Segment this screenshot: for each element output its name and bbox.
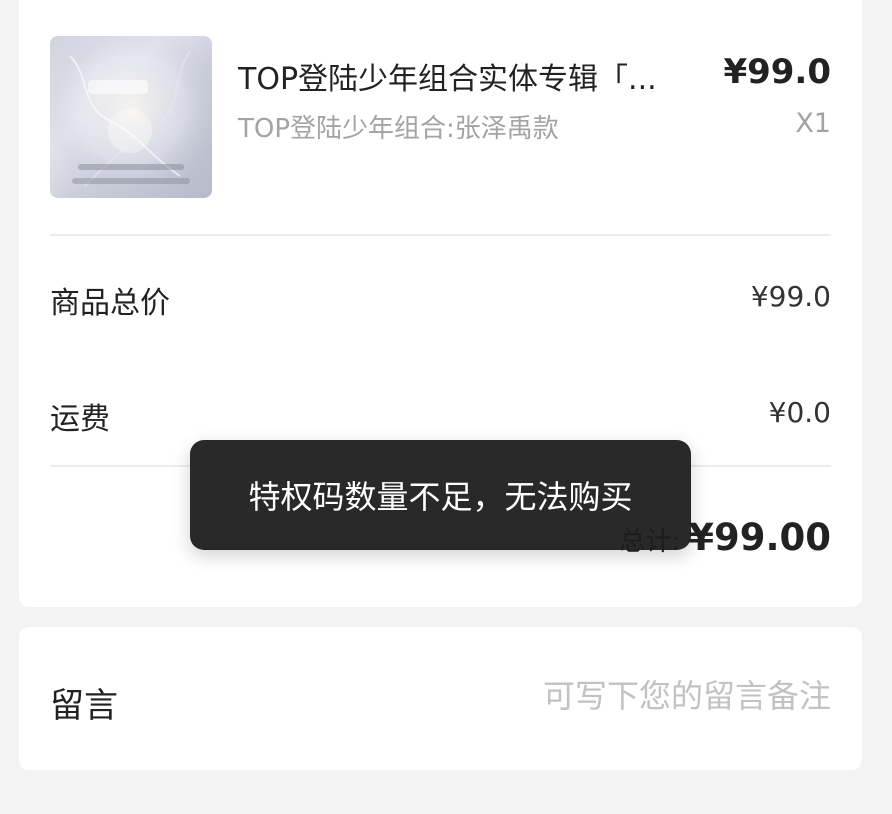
shipping-label: 运费 bbox=[50, 402, 110, 437]
toast-message: 特权码数量不足，无法购买 bbox=[190, 440, 691, 550]
product-price: ¥99.0 bbox=[723, 52, 831, 92]
message-input[interactable] bbox=[411, 677, 831, 715]
total-value: ¥99.00 bbox=[688, 516, 831, 559]
goods-total-value: ¥99.0 bbox=[750, 280, 831, 313]
product-variant: TOP登陆少年组合:张泽禹款 bbox=[238, 114, 559, 144]
shipping-value: ¥0.0 bbox=[768, 396, 831, 429]
product-thumbnail[interactable] bbox=[50, 36, 212, 198]
goods-total-label: 商品总价 bbox=[50, 286, 170, 321]
product-title[interactable]: TOP登陆少年组合实体专辑「... bbox=[238, 54, 688, 98]
divider bbox=[50, 234, 831, 236]
product-quantity: X1 bbox=[795, 108, 831, 139]
album-cover-image bbox=[50, 36, 212, 198]
message-label: 留言 bbox=[50, 686, 118, 726]
message-card: 留言 bbox=[19, 627, 862, 770]
